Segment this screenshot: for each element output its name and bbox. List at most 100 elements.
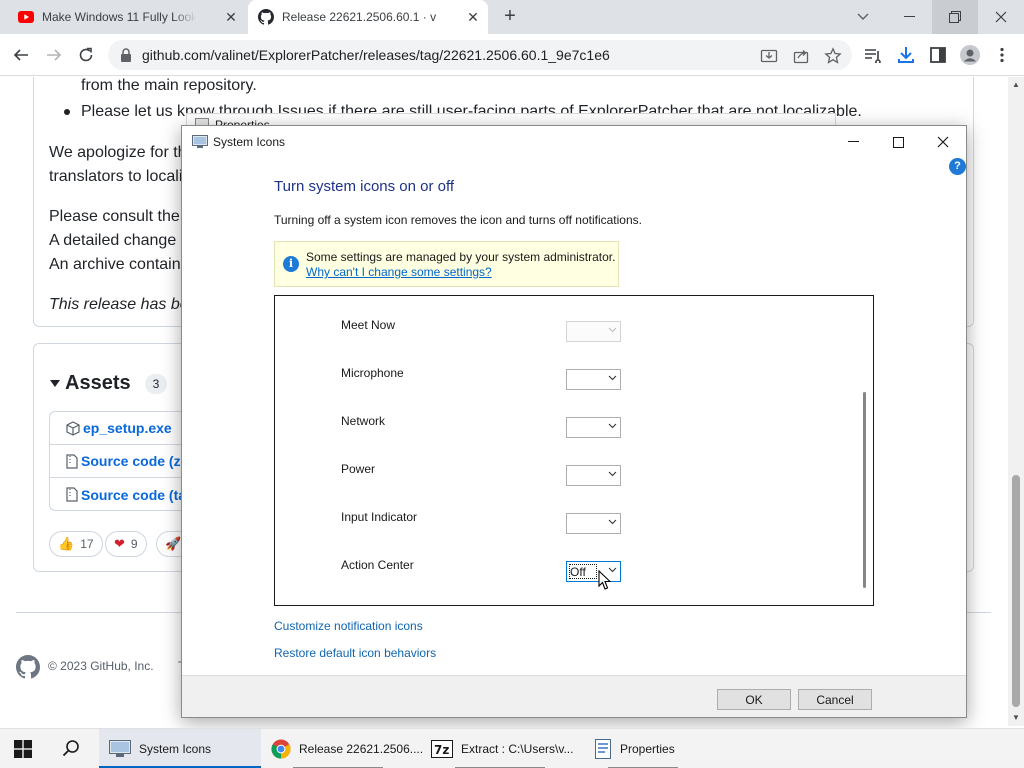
row-label-power: Power <box>341 462 376 476</box>
mouse-pointer-icon <box>598 570 611 591</box>
install-app-icon[interactable] <box>760 47 778 65</box>
reload-icon[interactable] <box>73 42 99 68</box>
taskbar-item-properties[interactable]: Properties <box>588 729 698 768</box>
scroll-up-arrow-icon[interactable]: ▲ <box>1008 77 1024 93</box>
release-italic-note: This release has bee <box>49 296 198 313</box>
info-message: Some settings are managed by your system… <box>306 250 616 264</box>
tab-github-release[interactable]: Release 22621.2506.60.1 · valine ✕ <box>248 0 488 34</box>
package-icon <box>66 420 80 436</box>
tab-title: Release 22621.2506.60.1 · valine <box>282 10 436 24</box>
taskbar-item-chrome[interactable]: Release 22621.2506.... <box>263 729 423 768</box>
network-behavior-select[interactable] <box>566 417 621 438</box>
dialog-titlebar[interactable]: System Icons <box>182 126 966 158</box>
profile-avatar-icon[interactable] <box>959 44 981 66</box>
chevron-down-icon <box>608 423 617 429</box>
asset-link[interactable]: Source code (zip <box>81 453 193 469</box>
system-icons-dialog: System Icons ? Turn system icons on or o… <box>181 125 967 718</box>
properties-icon <box>594 739 612 759</box>
asset-link[interactable]: ep_setup.exe <box>83 420 172 436</box>
admin-info-bar: i Some settings are managed by your syst… <box>274 241 619 287</box>
assets-toggle[interactable]: Assets <box>50 372 131 395</box>
list-scrollbar[interactable] <box>856 296 873 605</box>
taskbar-search-icon[interactable] <box>62 739 80 757</box>
footer-copyright: © 2023 GitHub, Inc. <box>48 659 154 673</box>
youtube-icon <box>18 11 34 23</box>
system-icons-app-icon <box>192 135 208 149</box>
rocket-icon: 🚀 <box>165 536 182 551</box>
side-panel-icon[interactable] <box>927 44 949 66</box>
ok-button[interactable]: OK <box>717 689 791 710</box>
forward-arrow-icon[interactable] <box>41 42 67 68</box>
release-paragraph: A detailed change <box>49 232 177 249</box>
chevron-down-icon <box>608 327 617 333</box>
input-indicator-behavior-select[interactable] <box>566 513 621 534</box>
assets-title: Assets <box>65 372 131 394</box>
tab-youtube[interactable]: Make Windows 11 Fully Look lik ✕ <box>8 0 246 34</box>
system-icons-app-icon <box>109 740 131 758</box>
dialog-maximize-button[interactable] <box>875 126 921 158</box>
chevron-down-icon <box>608 519 617 525</box>
power-behavior-select[interactable] <box>566 465 621 486</box>
taskbar-item-label: Release 22621.2506.... <box>299 742 424 756</box>
dialog-title: System Icons <box>213 135 286 149</box>
microphone-behavior-select[interactable] <box>566 369 621 390</box>
file-zip-icon <box>66 453 78 469</box>
svg-text:7z: 7z <box>434 743 449 757</box>
new-tab-button[interactable]: + <box>498 5 522 29</box>
scrollbar-thumb[interactable] <box>1012 475 1020 707</box>
dialog-minimize-button[interactable] <box>830 126 876 158</box>
meet-now-behavior-select <box>566 321 621 342</box>
lock-icon[interactable] <box>120 48 132 62</box>
chevron-down-icon <box>608 375 617 381</box>
tab-close-icon[interactable]: ✕ <box>466 10 480 24</box>
caret-down-icon <box>50 379 60 387</box>
reaction-count: 9 <box>130 537 138 551</box>
customize-notification-icons-link[interactable]: Customize notification icons <box>274 619 423 633</box>
system-icons-list[interactable]: Meet Now Microphone Network Power Input … <box>274 295 874 606</box>
taskbar-item-system-icons[interactable]: System Icons <box>99 729 261 768</box>
asset-link[interactable]: Source code (ta <box>81 487 186 503</box>
bookmark-star-icon[interactable] <box>824 47 842 65</box>
github-footer-logo-icon[interactable] <box>16 655 40 679</box>
taskbar-item-7zip[interactable]: 7z Extract : C:\Users\v... <box>425 729 580 768</box>
action-center-behavior-select[interactable]: Off <box>566 561 621 582</box>
restore-default-icon-behaviors-link[interactable]: Restore default icon behaviors <box>274 646 436 660</box>
browser-tab-strip: Make Windows 11 Fully Look lik ✕ Release… <box>0 0 1024 34</box>
release-paragraph: Please consult the <box>49 208 180 225</box>
restore-window-button[interactable] <box>932 0 978 34</box>
address-bar[interactable]: github.com/valinet/ExplorerPatcher/relea… <box>108 40 852 70</box>
chevron-down-icon <box>608 471 617 477</box>
url-text: github.com/valinet/ExplorerPatcher/relea… <box>142 47 610 63</box>
reaction-heart[interactable]: ❤ 9 <box>105 531 147 557</box>
row-label-meet-now: Meet Now <box>341 318 396 332</box>
assets-count-badge: 3 <box>145 374 167 394</box>
help-icon[interactable]: ? <box>949 158 966 175</box>
why-cant-change-link[interactable]: Why can't I change some settings? <box>306 265 492 279</box>
page-scrollbar[interactable]: ▲ ▼ <box>1008 77 1024 726</box>
cancel-button[interactable]: Cancel <box>798 689 872 710</box>
row-label-microphone: Microphone <box>341 366 404 380</box>
info-icon: i <box>283 256 299 272</box>
dialog-close-button[interactable] <box>920 126 966 158</box>
dialog-body: ? Turn system icons on or off Turning of… <box>182 158 966 675</box>
reading-list-icon[interactable] <box>862 44 884 66</box>
reaction-count: 17 <box>80 537 94 551</box>
minimize-window-button[interactable] <box>886 0 932 34</box>
file-zip-icon <box>66 487 78 502</box>
taskbar-item-label: Extract : C:\Users\v... <box>461 742 574 756</box>
tab-search-chevron-icon[interactable] <box>840 0 886 34</box>
dialog-description: Turning off a system icon removes the ic… <box>274 213 642 227</box>
taskbar-item-label: Properties <box>620 742 675 756</box>
tab-close-icon[interactable]: ✕ <box>224 10 238 24</box>
reaction-thumbs-up[interactable]: 👍 17 <box>49 531 103 557</box>
downloads-icon[interactable] <box>895 44 917 66</box>
kebab-menu-icon[interactable] <box>991 44 1013 66</box>
share-icon[interactable] <box>792 47 810 65</box>
back-arrow-icon[interactable] <box>8 42 34 68</box>
scroll-down-arrow-icon[interactable]: ▼ <box>1008 710 1024 726</box>
close-window-button[interactable] <box>978 0 1024 34</box>
release-paragraph: An archive containi <box>49 256 185 273</box>
release-note-line: from the main repository. <box>81 77 257 94</box>
list-scrollbar-thumb[interactable] <box>863 392 866 588</box>
windows-start-icon[interactable] <box>14 740 32 758</box>
